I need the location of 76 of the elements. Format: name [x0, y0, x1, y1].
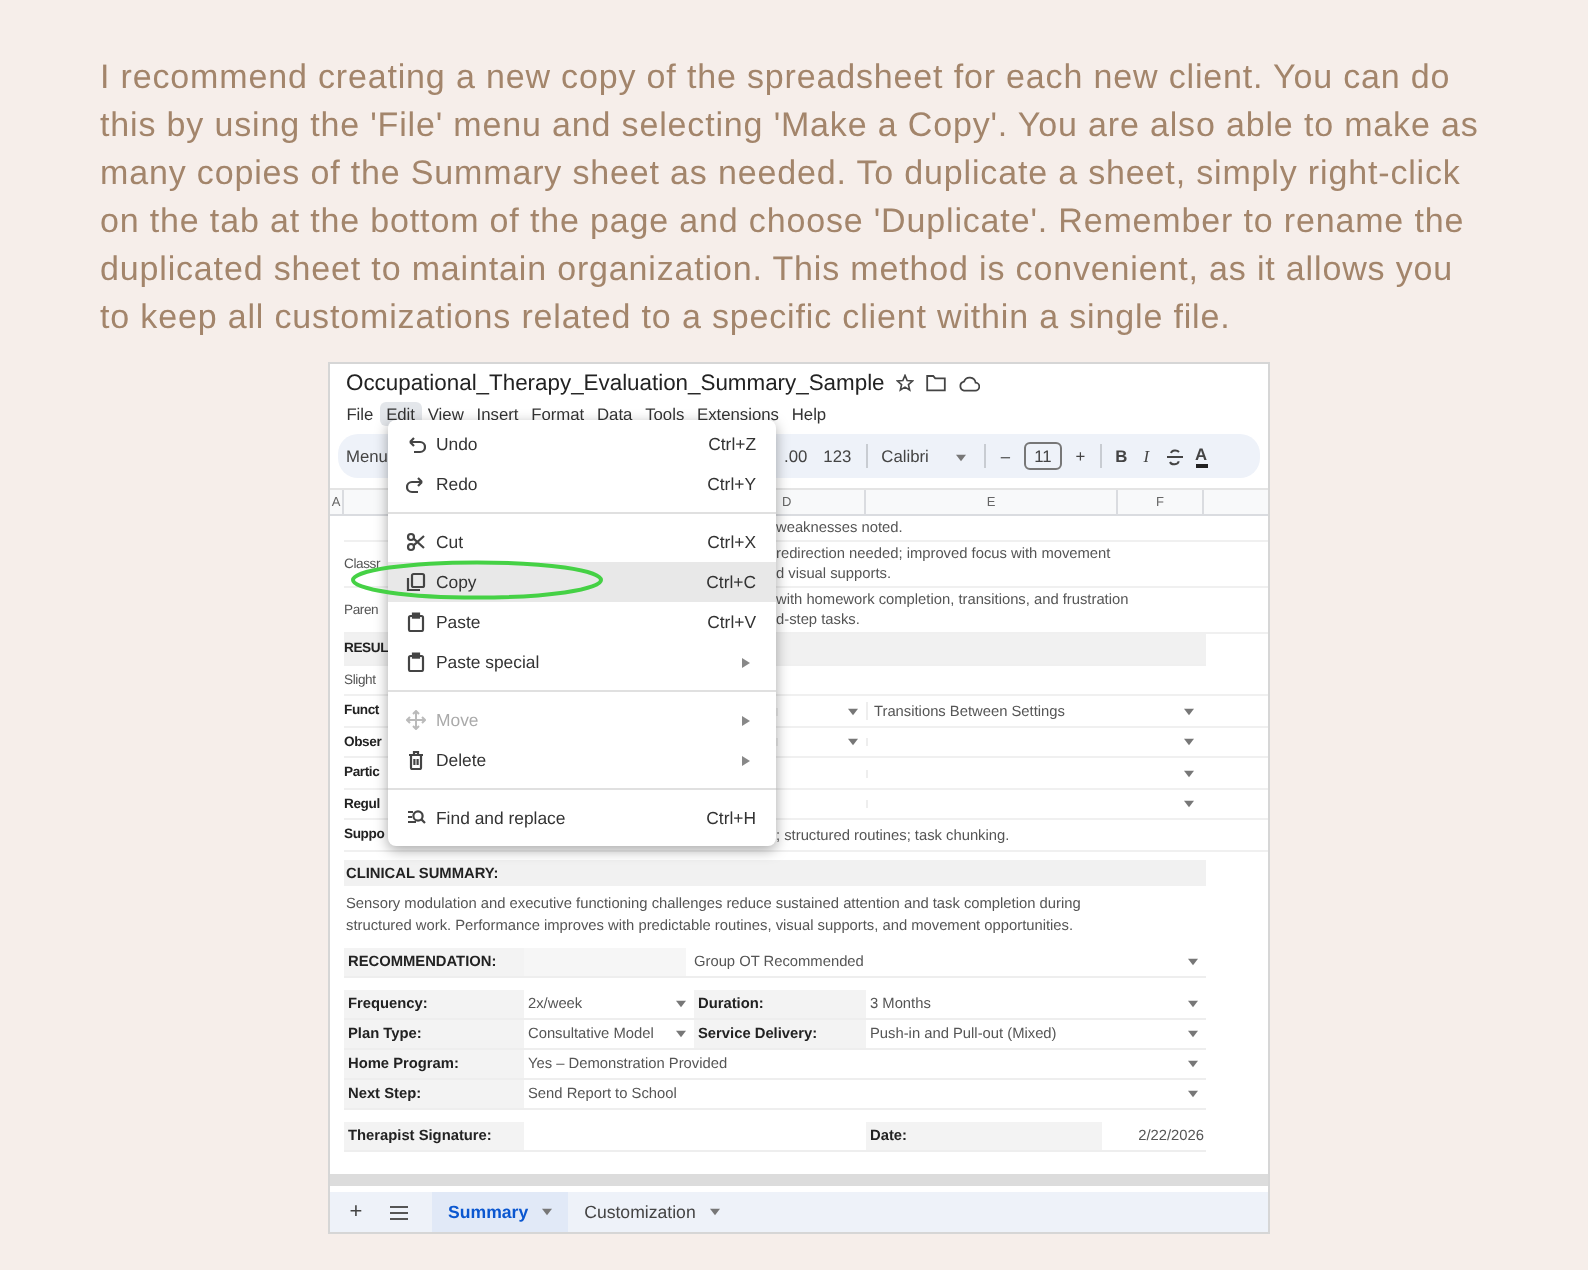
- menu-item[interactable]: Format: [524, 402, 591, 427]
- menu-option[interactable]: Find and replace Ctrl+H: [388, 798, 776, 839]
- shortcut-text: Ctrl+X: [707, 532, 756, 553]
- caret-icon[interactable]: [848, 738, 858, 747]
- menu-option-icon: [406, 750, 426, 771]
- caret-icon[interactable]: [1188, 957, 1198, 966]
- cloud-icon[interactable]: [958, 375, 981, 392]
- menu-option-label: Copy: [436, 572, 477, 593]
- menu-option-label: Cut: [436, 532, 464, 553]
- caret-icon[interactable]: [676, 1029, 686, 1038]
- document-title: Occupational_Therapy_Evaluation_Summary_Sample: [346, 371, 885, 396]
- font-size-field[interactable]: 11: [1024, 442, 1062, 471]
- menu-option-icon: [406, 652, 426, 673]
- caret-icon[interactable]: [1184, 707, 1194, 716]
- caret-icon[interactable]: [1188, 1029, 1198, 1038]
- menu-item[interactable]: Tools: [638, 402, 691, 427]
- caret-icon[interactable]: [676, 999, 686, 1008]
- menu-icon[interactable]: [390, 1205, 408, 1220]
- menu-option-icon: [406, 474, 426, 495]
- italic-button[interactable]: I: [1135, 447, 1158, 466]
- shortcut-text: Ctrl+C: [706, 572, 756, 593]
- strikethrough-icon[interactable]: [1165, 447, 1184, 466]
- bold-button[interactable]: B: [1107, 446, 1136, 467]
- menu-option[interactable]: Paste Ctrl+V: [388, 602, 776, 643]
- number-format-button[interactable]: 123: [815, 446, 860, 467]
- menu-option-icon: [406, 532, 426, 553]
- menu-item[interactable]: Data: [590, 402, 639, 427]
- menu-option[interactable]: Delete: [388, 740, 776, 781]
- menu-item[interactable]: Insert: [470, 402, 525, 427]
- menu-option-label: Redo: [436, 474, 478, 495]
- intro-paragraph: I recommend creating a new copy of the spreadsheet for each new client. You can do this by using the 'File' menu and selecting 'Make a Copy'. You are also able to make as many copies of the Summary sheet as needed. To duplicate a sheet, simply right-click on the tab at the bottom of the page and choose 'Duplicate'. Remember to rename the duplicated sheet to maintain organization. This method is convenient, as it allows you to keep all customizations related to a specific client within a single file.: [98, 56, 1481, 340]
- shortcut-text: Ctrl+Y: [707, 474, 756, 495]
- caret-icon[interactable]: [1184, 769, 1194, 778]
- caret-icon[interactable]: [956, 454, 967, 463]
- increase-size-button[interactable]: +: [1067, 446, 1094, 467]
- menu-item[interactable]: View: [421, 402, 471, 427]
- shortcut-text: Ctrl+V: [707, 612, 756, 633]
- shortcut-text: Ctrl+H: [706, 808, 756, 829]
- caret-icon[interactable]: [848, 707, 858, 716]
- decimal-button[interactable]: .00: [776, 446, 816, 467]
- scrollbar[interactable]: [330, 1174, 1268, 1187]
- caret-icon[interactable]: [1184, 800, 1194, 809]
- folder-icon[interactable]: [926, 374, 947, 393]
- menu-item[interactable]: Help: [785, 402, 833, 427]
- menu-option-icon: [406, 434, 426, 455]
- menu-option-label: Delete: [436, 750, 487, 771]
- text-color-button[interactable]: A: [1195, 445, 1208, 468]
- menus-button[interactable]: Menu: [346, 446, 388, 467]
- menu-option-label: Paste special: [436, 652, 540, 673]
- menu-option-label: Move: [436, 710, 479, 731]
- font-dropdown[interactable]: Calibri: [873, 446, 937, 467]
- menu-option-label: Paste: [436, 612, 481, 633]
- sheet-tab[interactable]: Summary: [432, 1192, 569, 1233]
- menu-option-label: Undo: [436, 434, 478, 455]
- sheet-tab[interactable]: Customization: [568, 1192, 736, 1233]
- shortcut-text: Ctrl+Z: [708, 434, 756, 455]
- star-icon[interactable]: [896, 374, 915, 393]
- caret-icon[interactable]: [709, 1208, 720, 1217]
- menu-option-icon: [406, 572, 426, 593]
- menu-item[interactable]: Extensions: [690, 402, 786, 427]
- menu-option[interactable]: Redo Ctrl+Y: [388, 464, 776, 505]
- caret-icon[interactable]: [1184, 738, 1194, 747]
- caret-icon[interactable]: [542, 1208, 553, 1217]
- menu-item[interactable]: File: [340, 402, 380, 427]
- add-sheet-button[interactable]: +: [342, 1200, 370, 1225]
- menu-option-icon: [406, 808, 426, 829]
- caret-icon[interactable]: [1188, 1089, 1198, 1098]
- decrease-size-button[interactable]: –: [992, 446, 1019, 467]
- caret-icon[interactable]: [1188, 999, 1198, 1008]
- menu-option-label: Find and replace: [436, 808, 566, 829]
- menu-option-icon: [406, 612, 426, 633]
- menu-option[interactable]: Undo Ctrl+Z: [388, 424, 776, 465]
- menu-option[interactable]: Paste special: [388, 642, 776, 683]
- caret-icon[interactable]: [1188, 1059, 1198, 1068]
- menu-option[interactable]: Cut Ctrl+X: [388, 522, 776, 563]
- menu-option-icon: [406, 710, 426, 731]
